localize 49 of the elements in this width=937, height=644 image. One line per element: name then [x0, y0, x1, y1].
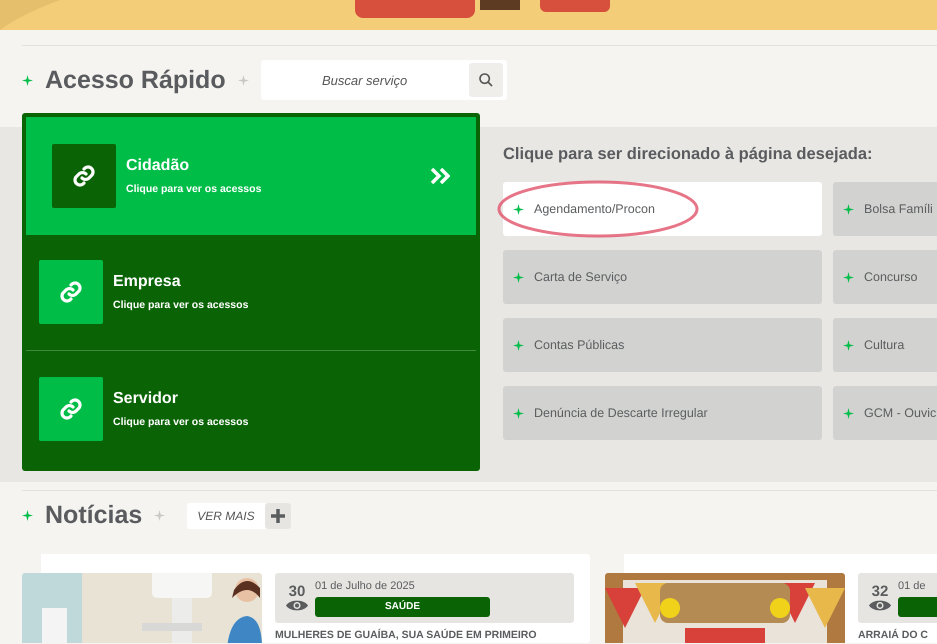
sparkle-icon [154, 510, 166, 521]
profile-item[interactable]: Empresa Clique para ver os acessos [26, 234, 476, 352]
search-icon [478, 72, 494, 88]
view-count: 30 [288, 584, 306, 599]
news-headline[interactable]: ARRAIÁ DO C [858, 629, 937, 641]
plus-button[interactable] [264, 502, 291, 528]
sparkle-icon [513, 272, 524, 282]
service-link[interactable]: Contas Públicas [503, 318, 822, 372]
profile-name: Cidadão [126, 156, 190, 175]
profile-subtitle: Clique para ver os acessos [113, 416, 250, 428]
plus-icon [270, 508, 285, 522]
news-headline[interactable]: MULHERES DE GUAÍBA, SUA SAÚDE EM PRIMEIRO [275, 629, 574, 641]
sparkle-icon [513, 204, 524, 214]
chevron-right-icon [430, 166, 450, 185]
section-title: Acesso Rápido [45, 66, 226, 94]
sparkle-icon [843, 204, 854, 214]
profile-subtitle: Clique para ver os acessos [113, 299, 250, 312]
sparkle-icon [513, 408, 524, 418]
profile-name: Empresa [113, 273, 182, 292]
news-card[interactable]: 30 01 de Julho de 2025 SAÚDE MULHERES DE GUAÍBA, SUA SAÚDE EM PRIMEIRO [22, 554, 590, 643]
service-link[interactable]: Concurso [833, 250, 937, 304]
sparkle-icon [22, 510, 33, 521]
eye-icon [868, 599, 892, 612]
sparkle-icon [843, 272, 854, 282]
link-icon [59, 397, 83, 422]
sparkle-icon [843, 408, 854, 418]
sparkle-icon [238, 74, 249, 86]
profile-item[interactable]: Servidor Clique para ver os acessos [26, 351, 476, 467]
service-link[interactable]: GCM - Ouvic [833, 386, 937, 440]
news-date: 01 de [898, 580, 927, 592]
service-link[interactable]: Denúncia de Descarte Irregular [503, 386, 822, 440]
sparkle-icon [22, 74, 33, 86]
category-tag: SAÚDE [315, 596, 490, 616]
eye-icon [285, 599, 309, 612]
service-link[interactable]: Bolsa Famíli [833, 182, 937, 236]
service-link[interactable]: Carta de Serviço [503, 250, 822, 304]
links-heading: Clique para ser direcionado à página desejada: [503, 145, 874, 164]
sparkle-icon [843, 340, 854, 350]
profile-name: Servidor [113, 390, 179, 408]
section-title: Notícias [45, 501, 142, 530]
news-card[interactable]: 32 01 de ARRAIÁ DO C [605, 554, 937, 643]
search-button[interactable] [468, 63, 503, 97]
news-date: 01 de Julho de 2025 [315, 580, 416, 592]
link-icon [72, 164, 96, 188]
profile-subtitle: Clique para ver os acessos [126, 182, 262, 195]
view-count: 32 [872, 584, 888, 599]
link-icon [59, 280, 83, 304]
sparkle-icon [513, 340, 524, 350]
service-link[interactable]: Cultura [833, 318, 937, 372]
